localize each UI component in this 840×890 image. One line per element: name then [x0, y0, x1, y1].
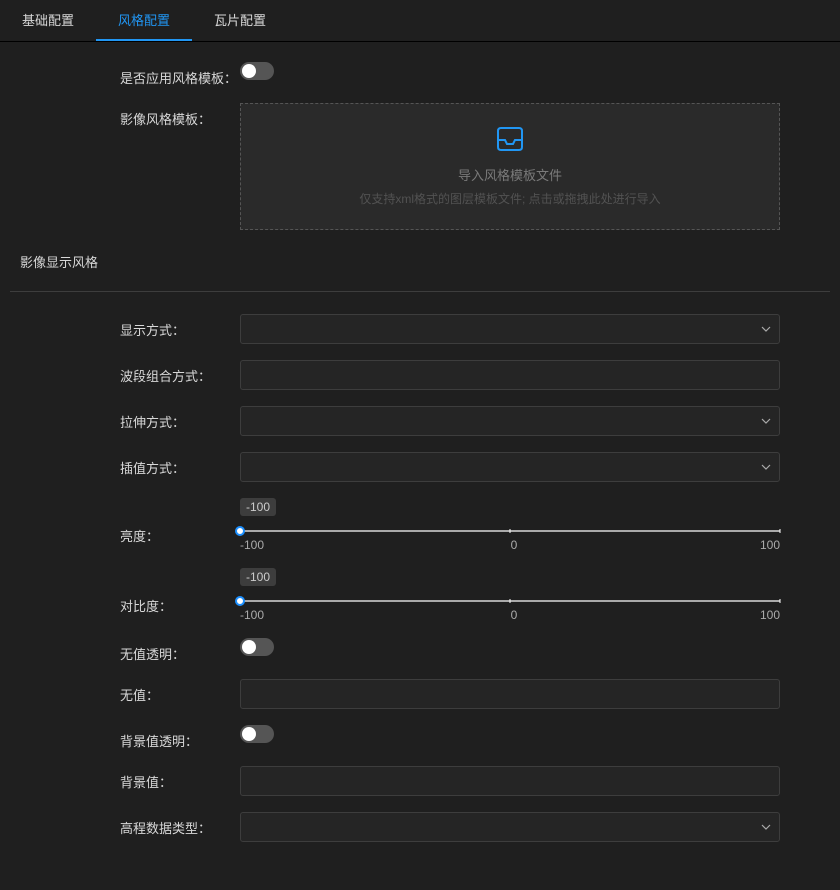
slider-min: -100 — [240, 538, 264, 552]
row-elevation-type: 高程数据类型： — [10, 804, 830, 850]
dropzone-hint: 仅支持xml格式的图层模板文件; 点击或拖拽此处进行导入 — [251, 190, 769, 207]
slider-tooltip: -100 — [240, 568, 276, 586]
chevron-down-icon — [761, 418, 771, 424]
label-apply-template: 是否应用风格模板： — [10, 62, 240, 87]
toggle-handle — [242, 640, 256, 654]
toggle-novalue-transparent[interactable] — [240, 638, 274, 656]
slider-track[interactable] — [240, 600, 780, 602]
slider-tooltip: -100 — [240, 498, 276, 516]
label-novalue-transparent: 无值透明： — [10, 638, 240, 663]
row-novalue-transparent: 无值透明： — [10, 630, 830, 671]
slider-max: 100 — [760, 538, 780, 552]
chevron-down-icon — [761, 464, 771, 470]
row-brightness: 亮度： -100 -100 0 100 — [10, 490, 830, 560]
tab-tiles[interactable]: 瓦片配置 — [192, 0, 288, 41]
label-template-file: 影像风格模板： — [10, 103, 240, 128]
slider-brightness[interactable]: -100 -100 0 100 — [240, 498, 780, 552]
label-bg-transparent: 背景值透明： — [10, 725, 240, 750]
inbox-icon — [251, 126, 769, 155]
chevron-down-icon — [761, 326, 771, 332]
row-apply-template: 是否应用风格模板： — [10, 54, 830, 95]
tabs: 基础配置 风格配置 瓦片配置 — [0, 0, 840, 42]
slider-track[interactable] — [240, 530, 780, 532]
row-stretch-mode: 拉伸方式： — [10, 398, 830, 444]
row-bg-transparent: 背景值透明： — [10, 717, 830, 758]
slider-mid: 0 — [511, 538, 518, 552]
label-elevation-type: 高程数据类型： — [10, 812, 240, 837]
slider-tick-mid — [510, 529, 511, 533]
label-novalue: 无值： — [10, 679, 240, 704]
row-display-mode: 显示方式： — [10, 306, 830, 352]
label-brightness: 亮度： — [10, 498, 240, 545]
slider-labels: -100 0 100 — [240, 538, 780, 552]
slider-tick-end — [780, 529, 781, 533]
slider-max: 100 — [760, 608, 780, 622]
toggle-handle — [242, 64, 256, 78]
select-stretch-mode[interactable] — [240, 406, 780, 436]
slider-contrast[interactable]: -100 -100 0 100 — [240, 568, 780, 622]
chevron-down-icon — [761, 824, 771, 830]
select-display-mode[interactable] — [240, 314, 780, 344]
content: 是否应用风格模板： 影像风格模板： 导入风格模板文件 仅支持xml格式的图层模板… — [0, 42, 840, 890]
label-band-combo: 波段组合方式： — [10, 360, 240, 385]
label-bgvalue: 背景值： — [10, 766, 240, 791]
input-band-combo[interactable] — [240, 360, 780, 390]
slider-tick-end — [780, 599, 781, 603]
input-novalue[interactable] — [240, 679, 780, 709]
slider-thumb[interactable] — [235, 526, 245, 536]
dropzone-title: 导入风格模板文件 — [251, 165, 769, 184]
label-stretch-mode: 拉伸方式： — [10, 406, 240, 431]
label-display-mode: 显示方式： — [10, 314, 240, 339]
slider-tick-mid — [510, 599, 511, 603]
row-bgvalue: 背景值： — [10, 758, 830, 804]
slider-mid: 0 — [511, 608, 518, 622]
row-template-file: 影像风格模板： 导入风格模板文件 仅支持xml格式的图层模板文件; 点击或拖拽此… — [10, 95, 830, 238]
toggle-apply-template[interactable] — [240, 62, 274, 80]
tab-basic[interactable]: 基础配置 — [0, 0, 96, 41]
row-band-combo: 波段组合方式： — [10, 352, 830, 398]
toggle-bg-transparent[interactable] — [240, 725, 274, 743]
tab-style[interactable]: 风格配置 — [96, 0, 192, 41]
slider-min: -100 — [240, 608, 264, 622]
row-interp: 插值方式： — [10, 444, 830, 490]
section-title-display: 影像显示风格 — [10, 238, 830, 285]
divider — [10, 291, 830, 292]
select-interp[interactable] — [240, 452, 780, 482]
row-contrast: 对比度： -100 -100 0 100 — [10, 560, 830, 630]
slider-labels: -100 0 100 — [240, 608, 780, 622]
select-elevation-type[interactable] — [240, 812, 780, 842]
input-bgvalue[interactable] — [240, 766, 780, 796]
toggle-handle — [242, 727, 256, 741]
row-novalue: 无值： — [10, 671, 830, 717]
dropzone-template[interactable]: 导入风格模板文件 仅支持xml格式的图层模板文件; 点击或拖拽此处进行导入 — [240, 103, 780, 230]
slider-thumb[interactable] — [235, 596, 245, 606]
label-interp: 插值方式： — [10, 452, 240, 477]
label-contrast: 对比度： — [10, 568, 240, 615]
